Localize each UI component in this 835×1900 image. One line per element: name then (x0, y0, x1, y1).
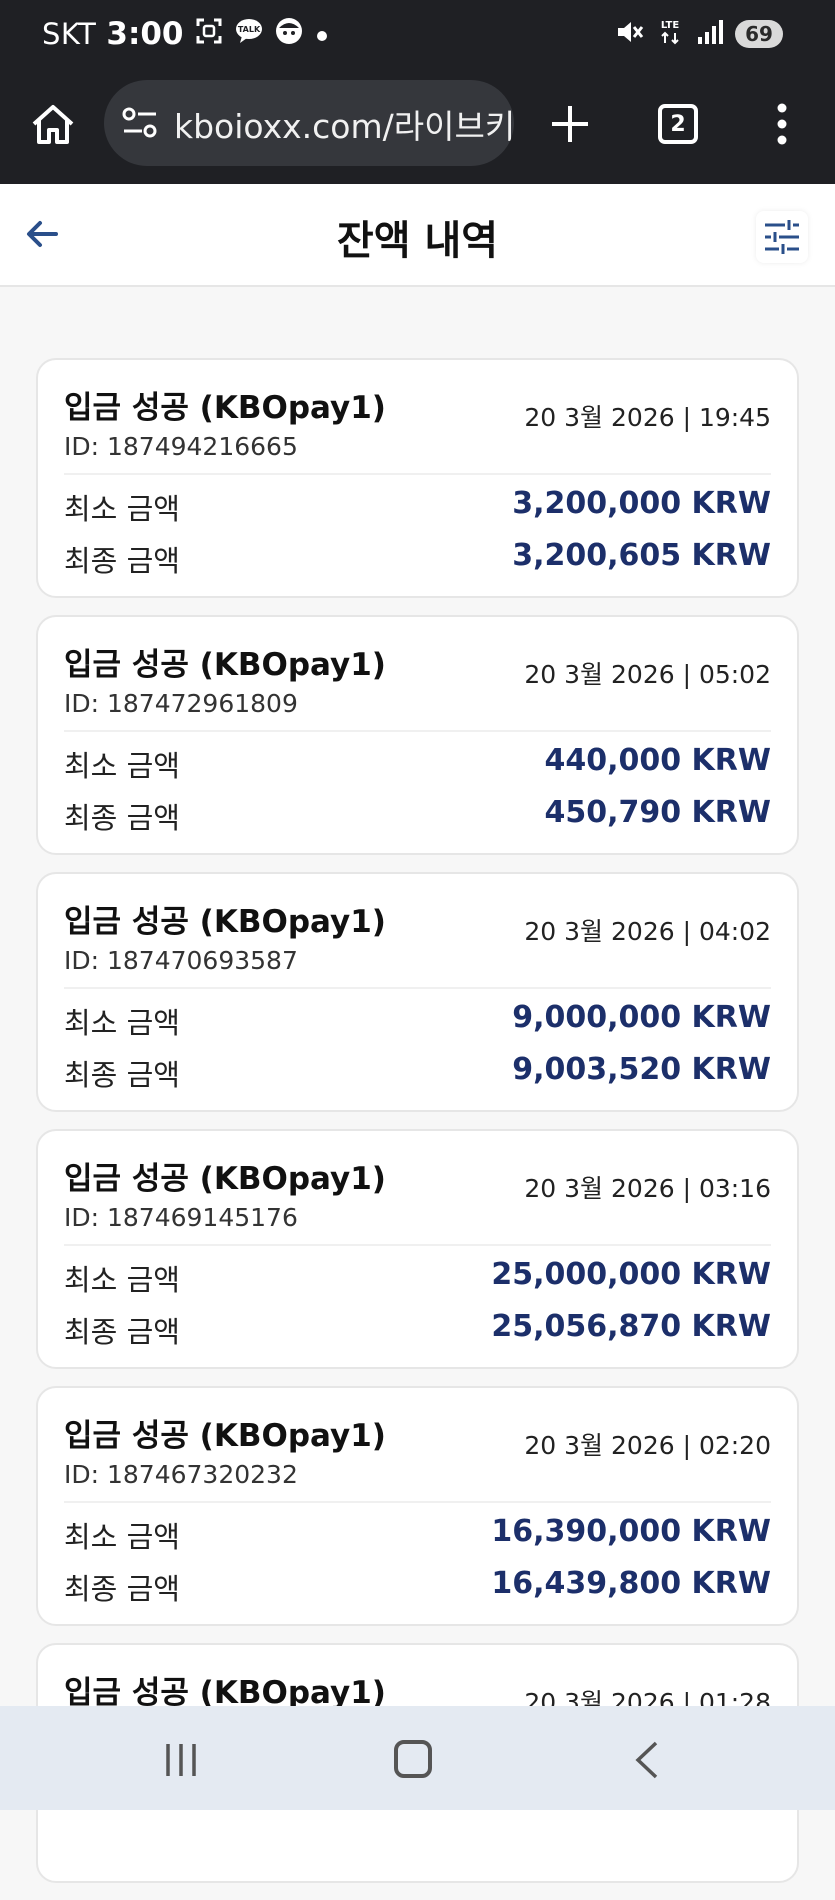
system-nav-bar (0, 1706, 835, 1810)
final-amount-value: 16,439,800 KRW (491, 1566, 771, 1601)
transaction-card[interactable]: 입금 성공 (KBOpay1) 20 3월 2026 | 03:16 ID: 1… (36, 1129, 799, 1369)
final-amount-value: 3,200,605 KRW (512, 538, 771, 573)
signal-icon (695, 17, 725, 51)
page-title: 잔액 내역 (336, 218, 499, 264)
transaction-list: 입금 성공 (KBOpay1) 20 3월 2026 | 19:45 ID: 1… (36, 358, 799, 1900)
address-bar[interactable]: kboioxx.com/라이브키 (104, 80, 514, 166)
final-amount-label: 최종 금액 (64, 1315, 180, 1349)
transaction-title: 입금 성공 (KBOpay1) (64, 647, 386, 683)
system-home-button[interactable] (394, 1740, 432, 1778)
status-right: LTE 69 (615, 14, 783, 54)
final-amount-label: 최종 금액 (64, 544, 180, 578)
transaction-id: ID: 187472961809 (64, 689, 298, 718)
divider (64, 1501, 771, 1503)
final-amount-value: 9,003,520 KRW (512, 1052, 771, 1087)
sliders-icon (765, 220, 799, 254)
min-amount-label: 최소 금액 (64, 749, 180, 783)
final-amount-label: 최종 금액 (64, 1572, 180, 1606)
min-amount-label: 최소 금액 (64, 492, 180, 526)
carrier-label: SKT (42, 17, 97, 51)
divider (64, 730, 771, 732)
transaction-title: 입금 성공 (KBOpay1) (64, 904, 386, 940)
talk-icon: TALK (234, 16, 264, 53)
transaction-card[interactable]: 입금 성공 (KBOpay1) 20 3월 2026 | 19:45 ID: 1… (36, 358, 799, 598)
transaction-card[interactable]: 입금 성공 (KBOpay1) 20 3월 2026 | 02:20 ID: 1… (36, 1386, 799, 1626)
plus-icon (552, 106, 588, 142)
transaction-id: ID: 187467320232 (64, 1460, 298, 1489)
battery-indicator: 69 (735, 20, 783, 48)
transaction-id: ID: 187469145176 (64, 1203, 298, 1232)
lte-icon: LTE (655, 17, 685, 51)
notification-dot-icon (314, 17, 330, 51)
transaction-title: 입금 성공 (KBOpay1) (64, 1418, 386, 1454)
tab-switcher-button[interactable]: 2 (658, 104, 698, 144)
min-amount-value: 3,200,000 KRW (512, 486, 771, 521)
status-left: SKT 3:00 TALK (42, 14, 330, 54)
transaction-id: ID: 187494216665 (64, 432, 298, 461)
lte-label: LTE (661, 20, 680, 31)
divider (64, 473, 771, 475)
new-tab-button[interactable] (548, 102, 592, 146)
app-face-icon (274, 16, 304, 53)
transaction-date: 20 3월 2026 | 04:02 (524, 917, 771, 946)
home-icon (32, 105, 74, 144)
site-settings-icon[interactable] (122, 106, 158, 144)
mute-icon (615, 17, 645, 51)
url-text[interactable]: kboioxx.com/라이브키 (174, 100, 514, 148)
chevron-left-icon (635, 1741, 658, 1779)
transaction-title: 입금 성공 (KBOpay1) (64, 1161, 386, 1197)
final-amount-value: 25,056,870 KRW (491, 1309, 771, 1344)
transaction-card[interactable]: 입금 성공 (KBOpay1) 20 3월 2026 | 04:02 ID: 1… (36, 872, 799, 1112)
min-amount-value: 16,390,000 KRW (491, 1514, 771, 1549)
min-amount-label: 최소 금액 (64, 1520, 180, 1554)
recent-apps-icon (166, 1744, 196, 1776)
recent-apps-button[interactable] (164, 1742, 198, 1778)
browser-menu-button[interactable] (770, 102, 794, 146)
min-amount-value: 9,000,000 KRW (512, 1000, 771, 1035)
screenshot-icon (194, 16, 224, 53)
clock: 3:00 (106, 16, 184, 52)
min-amount-value: 25,000,000 KRW (491, 1257, 771, 1292)
final-amount-value: 450,790 KRW (544, 795, 771, 830)
filter-button[interactable] (756, 211, 808, 263)
app-header: 잔액 내역 (0, 184, 835, 287)
transaction-date: 20 3월 2026 | 05:02 (524, 660, 771, 689)
transaction-date: 20 3월 2026 | 19:45 (524, 403, 771, 432)
transaction-date: 20 3월 2026 | 02:20 (524, 1431, 771, 1460)
divider (64, 1244, 771, 1246)
final-amount-label: 최종 금액 (64, 801, 180, 835)
browser-home-button[interactable] (28, 100, 78, 150)
transaction-title: 입금 성공 (KBOpay1) (64, 390, 386, 426)
min-amount-label: 최소 금액 (64, 1263, 180, 1297)
transaction-id: ID: 187470693587 (64, 946, 298, 975)
transaction-date: 20 3월 2026 | 03:16 (524, 1174, 771, 1203)
divider (64, 987, 771, 989)
final-amount-label: 최종 금액 (64, 1058, 180, 1092)
min-amount-label: 최소 금액 (64, 1006, 180, 1040)
status-bar: SKT 3:00 TALK LTE 69 (0, 0, 835, 68)
browser-toolbar: kboioxx.com/라이브키 2 (0, 68, 835, 184)
svg-text:TALK: TALK (237, 25, 260, 34)
transaction-card[interactable]: 입금 성공 (KBOpay1) 20 3월 2026 | 05:02 ID: 1… (36, 615, 799, 855)
system-back-button[interactable] (632, 1740, 662, 1780)
min-amount-value: 440,000 KRW (544, 743, 771, 778)
more-vert-icon (777, 103, 787, 145)
